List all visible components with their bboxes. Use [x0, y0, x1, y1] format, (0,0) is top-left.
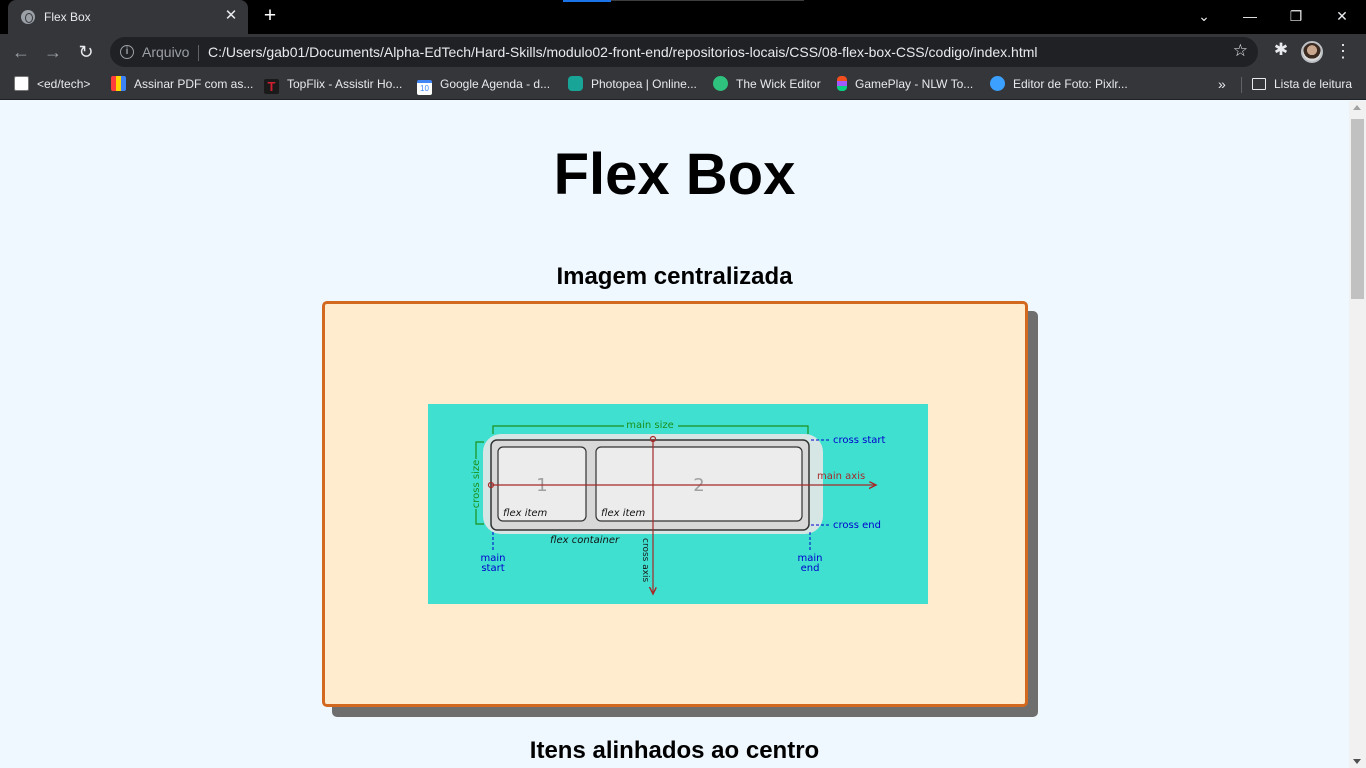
- photopea-icon: [568, 76, 583, 91]
- profile-avatar[interactable]: [1301, 41, 1323, 63]
- minimize-button[interactable]: —: [1228, 4, 1272, 28]
- section-title-centered-image: Imagem centralizada: [556, 263, 793, 290]
- browser-menu-icon[interactable]: ⋮: [1334, 40, 1352, 62]
- page-viewport: Flex Box Imagem centralizada main size c…: [0, 101, 1349, 768]
- browser-toolbar: ← → ↻ i Arquivo C:/Users/gab01/Documents…: [0, 34, 1366, 70]
- wick-icon: [713, 76, 728, 91]
- bookmark-gameplay[interactable]: GamePlay - NLW To...: [837, 76, 973, 94]
- bookmarks-overflow-chevron-icon[interactable]: »: [1218, 76, 1226, 92]
- new-tab-button[interactable]: +: [259, 4, 281, 28]
- bookmark-topflix[interactable]: T TopFlix - Assistir Ho...: [264, 76, 402, 94]
- address-bar[interactable]: i Arquivo C:/Users/gab01/Documents/Alpha…: [110, 37, 1258, 67]
- globe-icon: [21, 10, 35, 24]
- figma-icon: [837, 76, 847, 91]
- reading-list-button[interactable]: Lista de leitura: [1252, 76, 1352, 92]
- scroll-up-arrow-icon[interactable]: [1353, 105, 1361, 110]
- cross-start-label: cross start: [833, 435, 885, 446]
- tab-strip: Flex Box ✕ + ⌄ — ❐ ✕: [0, 0, 1366, 34]
- info-icon[interactable]: i: [120, 45, 134, 59]
- page-scrollbar[interactable]: [1349, 101, 1366, 768]
- address-url[interactable]: C:/Users/gab01/Documents/Alpha-EdTech/Ha…: [208, 44, 1037, 60]
- pixlr-icon: [990, 76, 1005, 91]
- bookmark-edtech[interactable]: <ed/tech>: [14, 76, 90, 94]
- bookmark-photopea[interactable]: Photopea | Online...: [568, 76, 697, 94]
- address-scheme: Arquivo: [142, 44, 190, 60]
- bookmark-google-agenda[interactable]: 10 Google Agenda - d...: [417, 76, 550, 95]
- restore-button[interactable]: ❐: [1274, 4, 1318, 28]
- tab-search-chevron-icon[interactable]: ⌄: [1182, 4, 1226, 28]
- tab-strip-divider: [611, 0, 804, 1]
- reload-button[interactable]: ↻: [74, 40, 98, 64]
- main-size-label: main size: [626, 420, 674, 431]
- flexbox-diagram-image: main size cross size 1 2 flex item flex …: [428, 404, 928, 604]
- bookmark-wick-editor[interactable]: The Wick Editor: [713, 76, 821, 94]
- flex-container-box: main size cross size 1 2 flex item flex …: [322, 301, 1028, 707]
- tab-search-indicator: [563, 0, 611, 2]
- forward-button[interactable]: →: [41, 40, 65, 64]
- reading-list-icon: [1252, 78, 1266, 90]
- cross-size-label: cross size: [471, 460, 482, 509]
- main-end-label-line2: end: [801, 563, 820, 574]
- main-start-label-line2: start: [481, 563, 504, 574]
- scrollbar-thumb[interactable]: [1351, 119, 1364, 299]
- cross-end-label: cross end: [833, 520, 881, 531]
- tab-close-icon[interactable]: ✕: [222, 7, 240, 25]
- bookmarks-bar: <ed/tech> Assinar PDF com as... T TopFlix…: [0, 70, 1366, 100]
- bookmark-star-icon[interactable]: ☆: [1233, 41, 1248, 61]
- flexbox-diagram: main size cross size 1 2 flex item flex …: [468, 418, 885, 604]
- flex-item-1-label: flex item: [503, 508, 548, 519]
- bookmark-pixlr[interactable]: Editor de Foto: Pixlr...: [990, 76, 1128, 94]
- main-axis-label: main axis: [817, 471, 865, 482]
- extensions-puzzle-icon[interactable]: ✱: [1270, 40, 1292, 60]
- edtech-icon: [14, 76, 29, 91]
- bookmark-assinar-pdf[interactable]: Assinar PDF com as...: [111, 76, 253, 94]
- scroll-down-arrow-icon[interactable]: [1353, 759, 1361, 764]
- address-divider: [198, 45, 199, 61]
- colorful-grid-icon: [111, 76, 126, 91]
- flex-item-2-label: flex item: [601, 508, 646, 519]
- back-button[interactable]: ←: [9, 40, 33, 64]
- close-window-button[interactable]: ✕: [1320, 4, 1364, 28]
- flex-container-label: flex container: [550, 535, 620, 546]
- bookmarks-divider: [1241, 77, 1242, 93]
- calendar-icon: 10: [417, 80, 432, 95]
- tab-flex-box[interactable]: Flex Box ✕: [8, 0, 248, 34]
- section-title-centered-items: Itens alinhados ao centro: [529, 737, 820, 764]
- page-title: Flex Box: [553, 142, 796, 207]
- tab-title: Flex Box: [44, 10, 91, 24]
- cross-axis-label: cross axis: [640, 538, 650, 583]
- topflix-icon: T: [264, 79, 279, 94]
